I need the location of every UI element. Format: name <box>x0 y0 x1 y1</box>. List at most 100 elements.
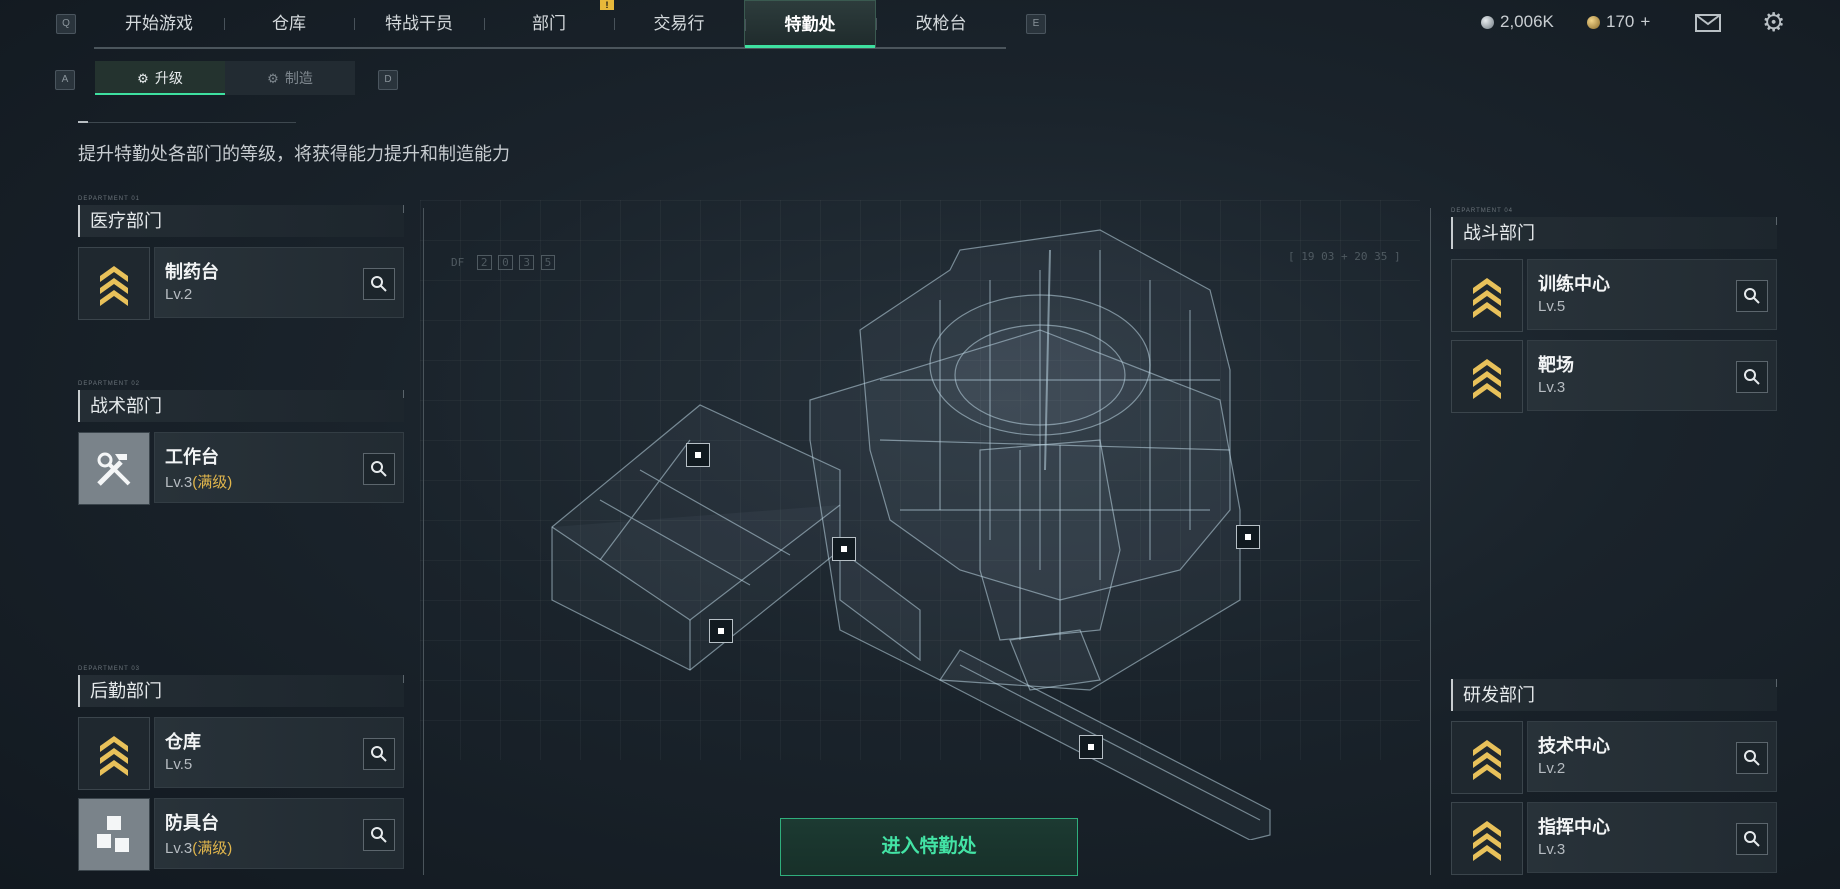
facility-card[interactable]: 制药台 Lv.2 <box>78 247 404 320</box>
mail-icon[interactable] <box>1695 14 1721 32</box>
left-frame-line <box>423 208 424 875</box>
key-hint-d: D <box>378 70 398 90</box>
department-title: 研发部门 <box>1451 679 1777 711</box>
facility-level: Lv.5 <box>165 756 193 773</box>
facility-card[interactable]: 防具台 Lv.3(满级) <box>78 798 404 871</box>
department-tactical: DEPARTMENT 02 战术部门 工作台 Lv.3(满级) <box>78 381 404 505</box>
inspect-button[interactable] <box>1736 361 1768 393</box>
inspect-button[interactable] <box>1736 742 1768 774</box>
facility-level: Lv.3 <box>1538 841 1566 858</box>
key-hint-a: A <box>55 70 75 90</box>
tab-upgrade-label: 升级 <box>154 70 183 86</box>
department-logistics: DEPARTMENT 03 后勤部门 仓库 Lv.5 防具台 Lv.3(满级) <box>78 666 404 871</box>
search-icon <box>1744 750 1760 766</box>
rank-chevron-icon <box>1451 802 1523 875</box>
department-tag <box>1451 670 1777 679</box>
search-icon <box>371 461 387 477</box>
main-nav: 开始游戏 仓库 特战干员 部门 交易行 特勤处 改枪台 <box>94 0 1006 49</box>
location-marker[interactable] <box>686 443 710 467</box>
facility-name: 技术中心 <box>1538 736 1610 756</box>
key-hint-e: E <box>1026 14 1046 34</box>
tab-upgrade[interactable]: ⚙ 升级 <box>95 61 225 95</box>
location-marker[interactable] <box>832 537 856 561</box>
rank-chevron-icon <box>1451 340 1523 413</box>
hud-coords: [ 19 03 + 20 35 ] <box>1288 250 1401 263</box>
facility-level: Lv.3(满级) <box>165 840 233 857</box>
tab-operators[interactable]: 特战干员 <box>354 0 484 47</box>
inspect-button[interactable] <box>1736 823 1768 855</box>
location-marker[interactable] <box>1079 735 1103 759</box>
facility-card[interactable]: 靶场 Lv.3 <box>1451 340 1777 413</box>
inspect-button[interactable] <box>363 268 395 300</box>
key-hint-q: Q <box>56 14 76 34</box>
facility-level: Lv.2 <box>165 286 193 303</box>
tab-start-game[interactable]: 开始游戏 <box>94 0 224 47</box>
tab-craft-label: 制造 <box>284 70 313 86</box>
enter-special-ops-button[interactable]: 进入特勤处 <box>780 818 1078 876</box>
facility-name: 指挥中心 <box>1538 817 1610 837</box>
location-marker[interactable] <box>709 619 733 643</box>
facility-name: 训练中心 <box>1538 274 1610 294</box>
silver-currency[interactable]: 2,006K <box>1481 12 1554 32</box>
department-medical: DEPARTMENT 01 医疗部门 制药台 Lv.2 <box>78 196 404 320</box>
department-tag: DEPARTMENT 02 <box>78 381 141 387</box>
facility-card[interactable]: 工作台 Lv.3(满级) <box>78 432 404 505</box>
search-icon <box>1744 831 1760 847</box>
alert-badge: ! <box>600 0 614 10</box>
inspect-button[interactable] <box>363 819 395 851</box>
facility-level: Lv.3(满级) <box>165 474 233 491</box>
inspect-button[interactable] <box>363 453 395 485</box>
search-icon <box>1744 288 1760 304</box>
silver-coin-icon <box>1481 15 1494 29</box>
silver-amount: 2,006K <box>1500 12 1554 31</box>
facility-card[interactable]: 仓库 Lv.5 <box>78 717 404 790</box>
department-combat: DEPARTMENT 04 战斗部门 训练中心 Lv.5 靶场 Lv.3 <box>1451 208 1777 413</box>
facility-card[interactable]: 指挥中心 Lv.3 <box>1451 802 1777 875</box>
search-icon <box>1744 369 1760 385</box>
tab-special-ops[interactable]: 特勤处 <box>744 0 876 48</box>
right-frame-line <box>1430 208 1431 875</box>
gold-currency[interactable]: 170 + <box>1587 12 1650 32</box>
facility-name: 靶场 <box>1538 355 1574 375</box>
divider <box>78 121 296 123</box>
facility-card[interactable]: 训练中心 Lv.5 <box>1451 259 1777 332</box>
search-icon <box>371 276 387 292</box>
location-marker[interactable] <box>1236 525 1260 549</box>
inspect-button[interactable] <box>363 738 395 770</box>
rank-chevron-icon <box>78 717 150 790</box>
search-icon <box>371 746 387 762</box>
department-research: 研发部门 技术中心 Lv.2 指挥中心 Lv.3 <box>1451 670 1777 875</box>
department-tag: DEPARTMENT 03 <box>78 666 141 672</box>
facility-level: Lv.2 <box>1538 760 1566 777</box>
gold-amount: 170 <box>1606 12 1635 31</box>
inspect-button[interactable] <box>1736 280 1768 312</box>
facility-level: Lv.3 <box>1538 379 1566 396</box>
gold-coin-icon <box>1587 15 1600 29</box>
department-title: 战术部门 <box>78 390 404 422</box>
add-gold-button[interactable]: + <box>1640 12 1650 32</box>
department-title: 医疗部门 <box>78 205 404 237</box>
facility-blueprint-model <box>551 229 1271 840</box>
department-tag: DEPARTMENT 01 <box>78 196 141 202</box>
armor-cubes-icon <box>78 798 150 871</box>
tab-department[interactable]: 部门 <box>484 0 614 47</box>
department-title: 后勤部门 <box>78 675 404 707</box>
tab-trade[interactable]: 交易行 <box>614 0 744 47</box>
facility-name: 工作台 <box>165 447 219 467</box>
page-description: 提升特勤处各部门的等级，将获得能力提升和制造能力 <box>78 144 510 164</box>
tab-gunsmith[interactable]: 改枪台 <box>876 0 1006 47</box>
rank-chevron-icon <box>78 247 150 320</box>
facility-level: Lv.5 <box>1538 298 1566 315</box>
upgrade-icon: ⚙ <box>137 71 149 86</box>
facility-name: 防具台 <box>165 813 219 833</box>
tab-warehouse[interactable]: 仓库 <box>224 0 354 47</box>
department-title: 战斗部门 <box>1451 217 1777 249</box>
department-tag: DEPARTMENT 04 <box>1451 208 1514 214</box>
facility-name: 制药台 <box>165 262 219 282</box>
settings-gear-icon[interactable]: ⚙ <box>1762 9 1785 35</box>
rank-chevron-icon <box>1451 259 1523 332</box>
tab-craft[interactable]: ⚙ 制造 <box>225 61 355 95</box>
facility-card[interactable]: 技术中心 Lv.2 <box>1451 721 1777 794</box>
hammer-wrench-icon <box>78 432 150 505</box>
search-icon <box>371 827 387 843</box>
